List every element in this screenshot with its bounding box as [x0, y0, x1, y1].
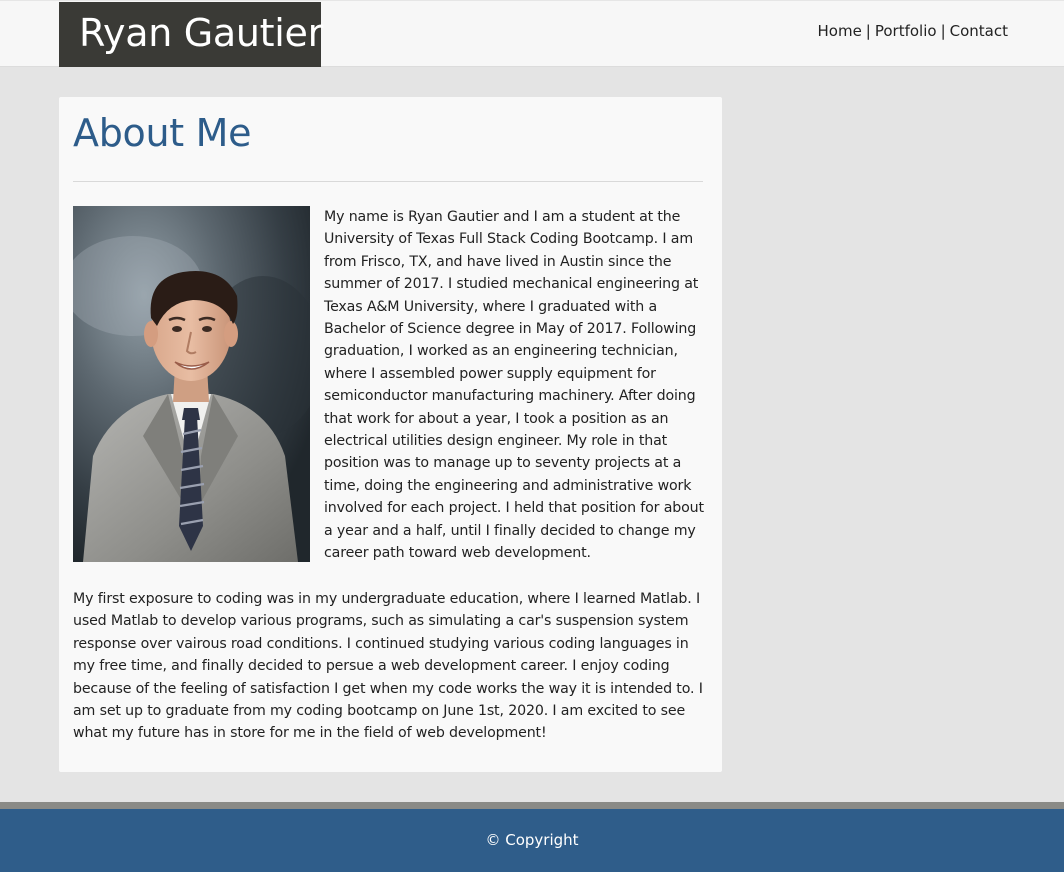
copyright-text: © Copyright — [485, 831, 579, 849]
site-brand[interactable]: Ryan Gautier — [59, 2, 323, 67]
nav-link-contact[interactable]: Contact — [950, 22, 1008, 40]
nav-link-home[interactable]: Home — [818, 22, 862, 40]
page-title: About Me — [73, 111, 252, 155]
nav-separator: | — [865, 22, 871, 40]
nav-link-portfolio[interactable]: Portfolio — [875, 22, 937, 40]
bio-paragraph-1: My name is Ryan Gautier and I am a stude… — [324, 209, 704, 562]
portrait-illustration — [73, 206, 310, 562]
site-footer: © Copyright — [0, 809, 1064, 872]
site-header: Ryan Gautier Home | Portfolio | Contact — [0, 0, 1064, 67]
main-nav: Home | Portfolio | Contact — [818, 22, 1009, 40]
nav-separator: | — [940, 22, 946, 40]
profile-photo — [73, 206, 310, 562]
about-card: About Me My name is Ryan Gautier and I a… — [59, 97, 722, 772]
bio-paragraph-2: My first exposure to coding was in my un… — [73, 591, 703, 742]
title-divider — [73, 181, 703, 182]
footer-divider — [0, 802, 1064, 809]
